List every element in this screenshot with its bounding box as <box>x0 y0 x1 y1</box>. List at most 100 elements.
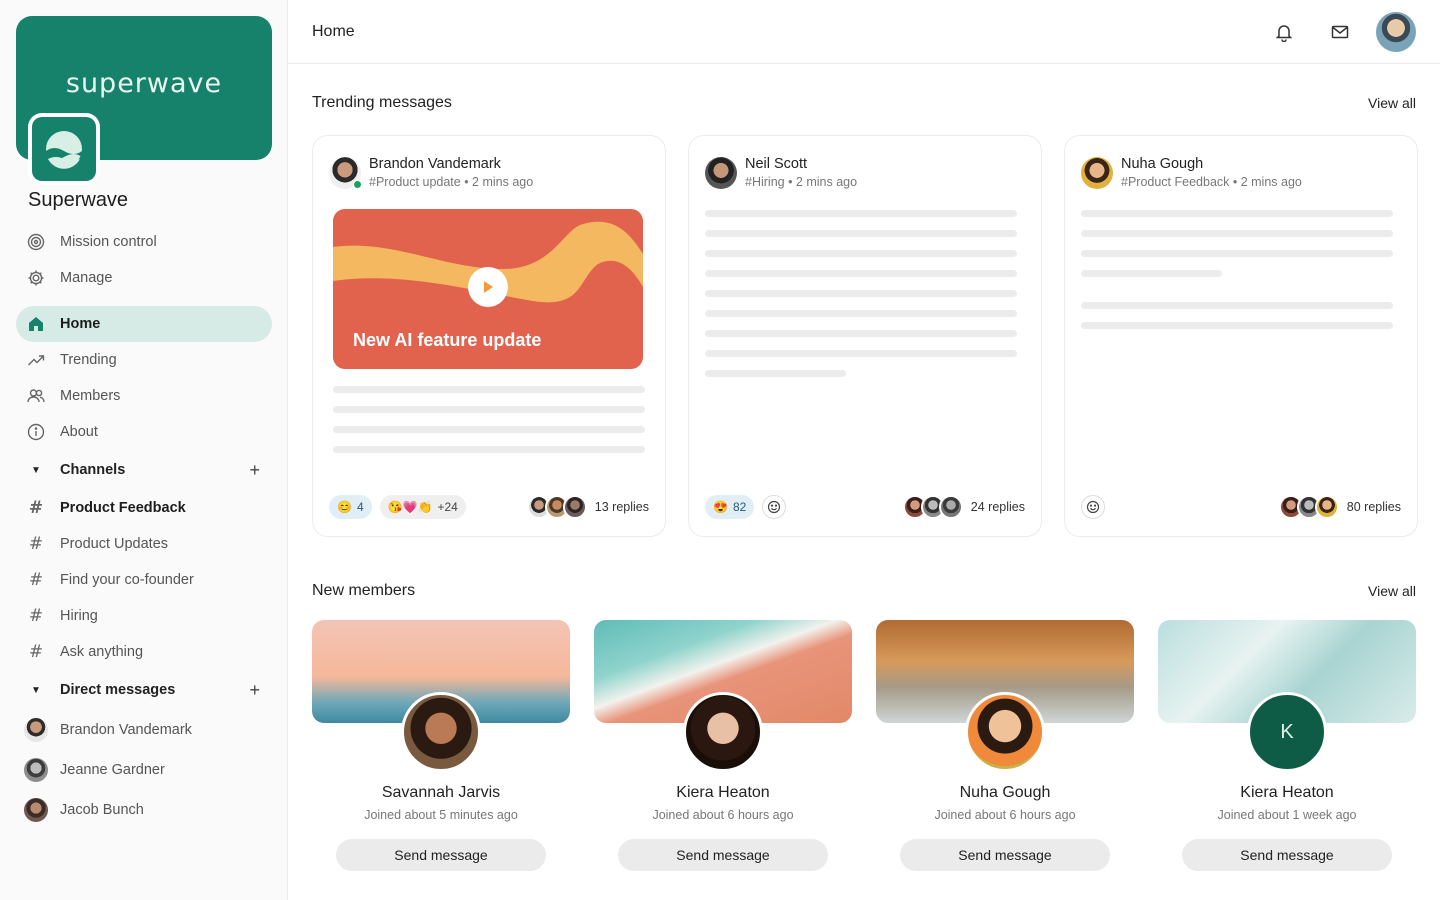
avatar[interactable] <box>401 692 481 772</box>
notifications-button[interactable] <box>1264 12 1304 52</box>
sidebar-item-about[interactable]: About <box>16 414 272 450</box>
member-name[interactable]: Kiera Heaton <box>1158 784 1416 802</box>
home-icon <box>26 314 46 334</box>
sidebar-item-trending[interactable]: Trending <box>16 342 272 378</box>
avatar <box>1314 495 1339 519</box>
topbar: Home <box>288 0 1440 64</box>
info-icon <box>26 422 46 442</box>
sidebar-item-members[interactable]: Members <box>16 378 272 414</box>
wave-logo-icon <box>46 131 82 169</box>
card-author[interactable]: Brandon Vandemark <box>369 156 533 172</box>
sidebar-item-home[interactable]: Home <box>16 306 272 342</box>
send-message-button[interactable]: Send message <box>900 839 1110 871</box>
add-reaction-button[interactable] <box>1081 495 1105 519</box>
trending-message-card[interactable]: Neil Scott #Hiring • 2 mins ago 😍 82 24 … <box>688 135 1042 537</box>
skeleton-line <box>1081 230 1393 237</box>
members-view-all-link[interactable]: View all <box>1368 583 1416 599</box>
smile-emoji-icon: 😊 <box>337 500 352 514</box>
card-author[interactable]: Neil Scott <box>745 156 857 172</box>
channel-label: Ask anything <box>60 644 144 660</box>
member-name[interactable]: Savannah Jarvis <box>312 784 570 802</box>
heart-eyes-emoji-icon: 😍 <box>713 500 728 514</box>
replier-avatars[interactable]: 80 replies <box>1278 495 1401 519</box>
dm-item[interactable]: Jacob Bunch <box>16 790 272 830</box>
sidebar-item-label: Home <box>60 316 101 332</box>
channel-label: Product Feedback <box>60 500 186 516</box>
member-name[interactable]: Kiera Heaton <box>594 784 852 802</box>
skeleton-line <box>705 210 1017 217</box>
avatar[interactable] <box>965 692 1045 772</box>
skeleton-line <box>1081 250 1393 257</box>
skeleton-line <box>705 270 1017 277</box>
dm-item[interactable]: Jeanne Gardner <box>16 750 272 790</box>
sidebar: superwave Superwave Mission control Mana… <box>0 0 288 900</box>
member-name[interactable]: Nuha Gough <box>876 784 1134 802</box>
members-header: New members View all <box>312 582 1416 600</box>
reaction-count: 82 <box>732 500 747 514</box>
trending-header: Trending messages View all <box>312 94 1416 112</box>
sidebar-item-label: Manage <box>60 270 113 286</box>
sidebar-item-manage[interactable]: Manage <box>16 260 272 296</box>
card-author[interactable]: Nuha Gough <box>1121 156 1302 172</box>
target-icon <box>26 232 46 252</box>
member-card: Savannah Jarvis Joined about 5 minutes a… <box>312 620 570 880</box>
reaction-pill-heart-eyes[interactable]: 😍 82 <box>705 495 755 519</box>
replies-count[interactable]: 13 replies <box>595 500 649 514</box>
card-meta: #Product update • 2 mins ago <box>369 175 534 189</box>
play-icon <box>484 281 493 293</box>
skeleton-line <box>333 386 645 393</box>
channel-item[interactable]: # Hiring <box>16 598 272 634</box>
user-avatar[interactable] <box>1376 11 1416 52</box>
replier-avatars[interactable]: 13 replies <box>526 495 649 519</box>
channel-item[interactable]: # Product Feedback <box>16 490 272 526</box>
send-message-button[interactable]: Send message <box>336 839 546 871</box>
skeleton-line <box>333 406 645 413</box>
sidebar-item-mission-control[interactable]: Mission control <box>16 224 272 260</box>
avatar[interactable] <box>683 692 763 772</box>
add-reaction-button[interactable] <box>762 495 787 519</box>
trending-message-card[interactable]: Brandon Vandemark #Product update • 2 mi… <box>312 135 666 537</box>
dm-item[interactable]: Brandon Vandemark <box>16 710 272 750</box>
play-button[interactable] <box>468 267 508 307</box>
online-status-dot <box>353 179 362 189</box>
avatar <box>329 156 362 189</box>
avatar <box>705 156 737 189</box>
add-channel-icon[interactable]: + <box>249 460 260 481</box>
send-message-button[interactable]: Send message <box>618 839 828 871</box>
reaction-count: 4 <box>356 500 364 514</box>
channel-item[interactable]: # Ask anything <box>16 634 272 670</box>
skeleton-line <box>333 426 645 433</box>
send-message-button[interactable]: Send message <box>1182 839 1392 871</box>
member-joined: Joined about 1 week ago <box>1217 808 1357 822</box>
replier-avatars[interactable]: 24 replies <box>902 495 1025 519</box>
hash-icon: # <box>28 534 44 554</box>
sidebar-item-label: Mission control <box>60 234 157 250</box>
dm-label: Jeanne Gardner <box>60 762 165 778</box>
skeleton-line <box>705 290 1017 297</box>
skeleton-line <box>1081 302 1393 309</box>
promo-video-thumbnail[interactable]: New AI feature update <box>333 209 643 369</box>
channel-item[interactable]: # Find your co-founder <box>16 562 272 598</box>
member-card: Kiera Heaton Joined about 6 hours ago Se… <box>594 620 852 880</box>
avatar <box>1081 156 1113 189</box>
caret-down-icon: ▼ <box>31 684 41 696</box>
replies-count[interactable]: 80 replies <box>1347 500 1401 514</box>
channels-section-header[interactable]: ▼ Channels + <box>16 450 272 490</box>
mixed-emoji-icon: 😘💗👏 <box>387 500 433 514</box>
trending-message-card[interactable]: Nuha Gough #Product Feedback • 2 mins ag… <box>1064 135 1418 537</box>
add-dm-icon[interactable]: + <box>249 680 260 701</box>
trending-view-all-link[interactable]: View all <box>1368 95 1416 111</box>
gear-icon <box>26 268 46 288</box>
avatar[interactable]: K <box>1247 692 1327 772</box>
dm-section-header[interactable]: ▼ Direct messages + <box>16 670 272 710</box>
reaction-pill-smile[interactable]: 😊 4 <box>329 495 372 519</box>
brand-logo[interactable] <box>28 113 100 185</box>
members-icon <box>26 386 46 406</box>
messages-button[interactable] <box>1320 12 1360 52</box>
replies-count[interactable]: 24 replies <box>971 500 1025 514</box>
trending-icon <box>26 350 46 370</box>
skeleton-line <box>705 350 1017 357</box>
channel-item[interactable]: # Product Updates <box>16 526 272 562</box>
reaction-pill-more[interactable]: 😘💗👏 +24 <box>379 495 466 519</box>
skeleton-line <box>1081 322 1393 329</box>
